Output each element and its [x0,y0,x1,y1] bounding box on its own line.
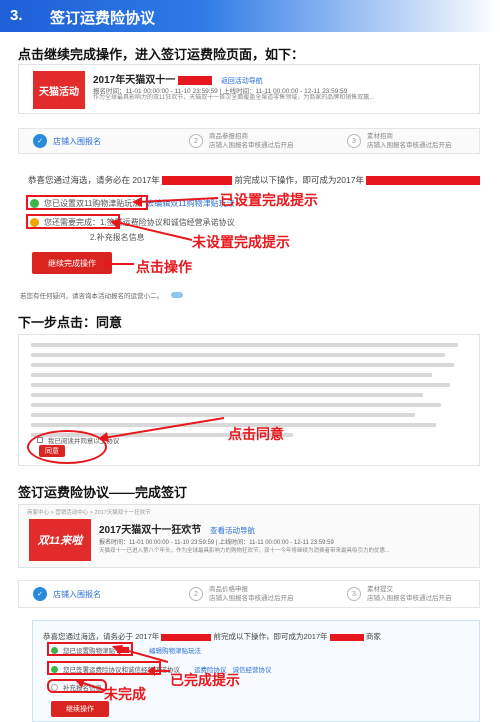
step-2-label: 商品价格申报店铺入围报名审核通过后开启 [209,585,294,603]
completed-panel: 恭喜您通过海选，请务必于 2017年 前完成以下操作，即可成为2017年 商家 … [32,620,480,722]
annotation-click: 点击操作 [136,259,192,275]
check-icon: ✓ [33,587,47,601]
step-number-icon: 3 [347,587,361,601]
intro-mid-text: 前完成以下操作，即可成为2017年 [213,632,328,641]
step-2-title: 商品价格申报 [209,586,248,593]
step-3-label: 素材招商店铺入围报名审核通过后开启 [367,132,452,150]
step-3[interactable]: 3 素材招商店铺入围报名审核通过后开启 [347,129,452,153]
double11-logo: 双11来啦 [29,519,91,561]
section-number: 3. [10,7,23,24]
step-3-sub: 店铺入围报名审核通过后开启 [367,595,452,602]
step-2-sub: 店铺入围报名审核通过后开启 [209,142,294,149]
step-3-label: 素材提交店铺入围报名审核通过后开启 [367,585,452,603]
item-1-text: 您已设置购物津贴 [63,648,115,655]
arrow-icon [110,219,193,241]
completed-intro: 恭喜您通过海选，请务必于 2017年 前完成以下操作，即可成为2017年 商家 [43,631,381,642]
redaction [161,633,212,641]
todo-intro: 恭喜您通过海选，请务必在 2017年 前完成以下操作，即可成为2017年 [28,174,480,186]
empty-circle-icon [51,683,58,691]
check-icon [51,646,58,654]
step-1[interactable]: ✓ 店铺入围报名 [33,129,101,153]
footnote: 若您有任何疑问，请咨询本活动报名的运营小二。 [20,290,183,300]
event-meta-2: 报名时间：11-01 00:00:00 - 11-10 23:59:59 | 上… [99,540,334,546]
arrow-icon [102,259,134,269]
check-icon [51,665,58,673]
intro-tail-text: 商家 [365,632,381,641]
cloud-icon [170,292,183,298]
annotation-complete: 已完成提示 [170,672,240,688]
redaction [329,633,364,641]
event-desc: 作为全球最具影响力的双11狂欢节，天猫双十一首次全面覆盖全渠道零售领域，为商家的… [93,95,375,101]
step-1-label: 店铺入围报名 [53,589,101,599]
section-title: 签订运费险协议 [50,10,156,27]
arrow-icon [98,417,225,442]
step-3[interactable]: 3 素材提交店铺入围报名审核通过后开启 [347,581,452,607]
activity-nav-link-2[interactable]: 查看活动导航 [210,526,255,535]
check-icon [30,199,39,208]
step-2-sub: 店铺入围报名审核通过后开启 [209,595,294,602]
redaction [178,75,213,85]
step-number-icon: 2 [189,134,203,148]
step-3-title: 素材提交 [367,586,393,593]
step-number-icon: 2 [189,587,203,601]
event-title: 2017年天猫双十一 返回活动导航 [93,71,263,86]
caption-continue: 点击继续完成操作，进入签订运费险页面，如下： [18,47,305,62]
redaction [366,176,480,186]
activity-card: 天猫活动 2017年天猫双十一 返回活动导航 报名时间：11-01 00:00:… [18,64,480,114]
arrow-icon [132,197,219,207]
redaction [162,176,233,186]
activity-nav-link[interactable]: 返回活动导航 [221,78,263,85]
intro-text: 恭喜您通过海选，请务必于 2017年 [43,632,160,641]
step-1-label: 店铺入围报名 [53,136,101,146]
agreement-panel: 我已阅读并同意以上协议 同意 [18,334,480,466]
steps-bar-2: ✓ 店铺入围报名 2 商品价格申报 店铺入围报名审核通过后开启 3 素材提交 店铺入… [18,580,480,608]
step-2[interactable]: 2 商品参报招商店铺入围报名审核通过后开启 [189,129,294,153]
highlight-ellipse [27,430,107,464]
step-number-icon: 3 [347,134,361,148]
event-desc-2: 天猫双十一已进入第八个年头，作为全球最具影响力的购物狂欢节，双十一今年将继续为消… [99,548,390,554]
annotation-agree: 点击同意 [228,426,284,442]
arrow-icon [112,645,169,663]
warning-icon [30,218,39,227]
breadcrumb: 商家中心 > 营销活动中心 > 2017天猫双十一狂欢节 [27,510,151,516]
step-2-title: 商品参报招商 [209,133,248,140]
done-item-text: 您已设置双11购物津贴玩法 [44,199,141,208]
activity-card-2: 商家中心 > 营销活动中心 > 2017天猫双十一狂欢节 双11来啦 2017天… [18,504,480,568]
check-icon: ✓ [33,134,47,148]
steps-bar: ✓ 店铺入围报名 2 商品参报招商 店铺入围报名审核通过后开启 3 素材招商 店铺入… [18,128,480,154]
caption-agree: 下一步点击：同意 [18,315,123,330]
caption-complete: 签订运费险协议——完成签订 [18,485,188,500]
step-3-sub: 店铺入围报名审核通过后开启 [367,142,452,149]
continue-button-2[interactable]: 继续操作 [51,701,109,717]
step-3-title: 素材招商 [367,133,393,140]
tmall-logo: 天猫活动 [33,71,85,109]
step-2-label: 商品参报招商店铺入围报名审核通过后开启 [209,132,294,150]
annotation-incomplete: 未完成 [104,686,146,702]
footnote-text: 若您有任何疑问，请咨询本活动报名的运营小二。 [20,293,163,300]
arrow-icon [147,666,170,676]
step-1[interactable]: ✓ 店铺入围报名 [33,581,101,607]
step-2[interactable]: 2 商品价格申报店铺入围报名审核通过后开启 [189,581,294,607]
section-header: 3. 签订运费险协议 [0,0,500,32]
event-title-2-text: 2017天猫双十一狂欢节 [99,525,202,536]
annotation-done: 已设置完成提示 [220,192,318,208]
intro-tail-text: 前完成以下操作，即可成为2017年 [234,175,364,185]
arrow-icon [75,679,105,691]
event-title-2: 2017天猫双十一狂欢节 查看活动导航 [99,521,255,536]
intro-text: 恭喜您通过海选，请务必在 2017年 [28,175,160,185]
annotation-not-done: 未设置完成提示 [192,234,290,250]
